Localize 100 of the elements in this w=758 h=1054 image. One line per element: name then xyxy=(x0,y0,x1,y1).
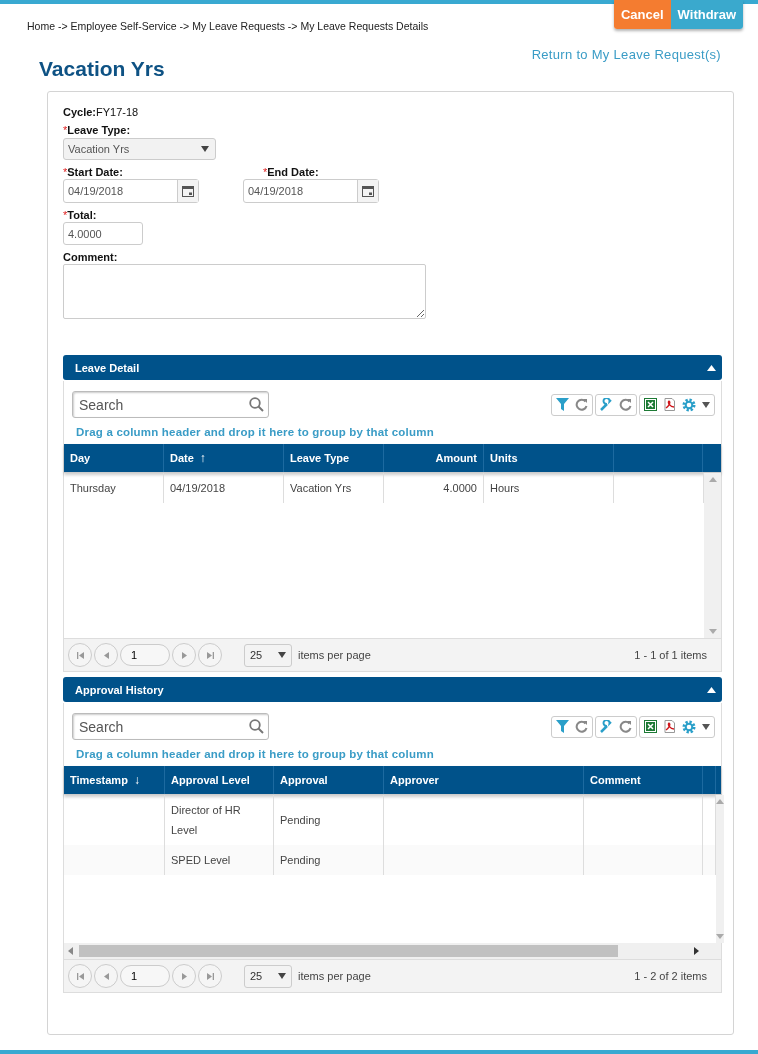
leave-type-dropdown[interactable]: Vacation Yrs xyxy=(63,138,216,160)
previous-page-button[interactable] xyxy=(94,643,118,667)
caret-icon xyxy=(278,652,286,658)
section-title: Approval History xyxy=(75,683,164,696)
wrench-icon[interactable] xyxy=(600,398,613,411)
date-field[interactable]: 04/19/2018 xyxy=(63,179,199,203)
first-page-icon xyxy=(76,972,84,980)
next-page-icon xyxy=(181,972,187,980)
sort-arrow: ↑ xyxy=(199,451,206,465)
pdf-icon[interactable] xyxy=(663,398,676,411)
table-cell-text: Pending xyxy=(280,813,321,828)
column-header[interactable]: Leave Type xyxy=(290,452,350,464)
table-cell-text: Vacation Yrs xyxy=(290,481,352,496)
calendar-icon xyxy=(362,185,374,197)
breadcrumb: Home -> Employee Self-Service -> My Leave Requests -> My Leave Requests Details xyxy=(27,20,430,32)
scroll-left-icon[interactable] xyxy=(68,947,73,955)
section-header[interactable]: Approval History xyxy=(63,677,722,702)
caret-icon xyxy=(201,146,209,152)
page-size-label: items per page xyxy=(298,649,371,661)
search-icon xyxy=(249,397,264,412)
table-cell-text: 4.0000 xyxy=(443,481,477,496)
refresh-icon[interactable] xyxy=(575,398,588,411)
caret-icon[interactable] xyxy=(702,723,710,730)
calendar-icon xyxy=(182,185,194,197)
vertical-scrollbar[interactable] xyxy=(716,795,724,943)
table-cell-text: 04/19/2018 xyxy=(170,481,226,496)
caret-icon xyxy=(278,973,286,979)
refresh-icon[interactable] xyxy=(619,398,632,411)
page-size-label: items per page xyxy=(298,970,371,982)
search-field[interactable]: Search xyxy=(72,713,269,740)
group-hint: Drag a column header and drop it here to group by that column xyxy=(75,425,435,440)
field-label: End Date: xyxy=(267,166,319,178)
refresh-icon[interactable] xyxy=(575,720,588,733)
field-label: Total: xyxy=(67,209,97,221)
previous-page-icon xyxy=(103,651,109,659)
table-cell-text: Thursday xyxy=(70,481,116,496)
required-mark: * xyxy=(63,166,68,178)
column-header[interactable]: Date xyxy=(170,452,194,464)
scroll-down-icon[interactable] xyxy=(716,934,724,939)
search-field[interactable]: Search xyxy=(72,391,269,418)
previous-page-icon xyxy=(103,972,109,980)
column-header[interactable]: Day xyxy=(70,452,91,464)
group-hint: Drag a column header and drop it here to group by that column xyxy=(75,747,435,762)
next-page-button[interactable] xyxy=(172,964,196,988)
filter-icon[interactable] xyxy=(556,720,569,733)
column-header[interactable]: Amount xyxy=(435,452,477,464)
gear-icon[interactable] xyxy=(682,719,696,734)
required-mark: * xyxy=(263,166,268,178)
required-mark: * xyxy=(63,124,68,136)
next-page-button[interactable] xyxy=(172,643,196,667)
column-header[interactable]: Units xyxy=(490,452,518,464)
spreadsheet-icon[interactable] xyxy=(644,398,657,411)
section-title: Leave Detail xyxy=(75,361,140,374)
caret-icon[interactable] xyxy=(702,401,710,408)
field-label: Cycle: xyxy=(63,106,97,118)
sort-arrow: ↓ xyxy=(133,773,140,787)
wrench-icon[interactable] xyxy=(600,720,613,733)
spreadsheet-icon[interactable] xyxy=(644,720,657,733)
scrollbar-thumb[interactable] xyxy=(79,945,618,957)
vertical-scrollbar[interactable] xyxy=(704,473,721,638)
horizontal-scrollbar[interactable] xyxy=(64,943,721,959)
scroll-right-icon[interactable] xyxy=(694,947,699,955)
date-field[interactable]: 04/19/2018 xyxy=(243,179,379,203)
next-page-icon xyxy=(181,651,187,659)
pager-summary: 1 - 1 of 1 items xyxy=(634,649,707,661)
page-size-dropdown[interactable]: 25 xyxy=(244,964,292,988)
previous-page-button[interactable] xyxy=(94,964,118,988)
pager-summary: 1 - 2 of 2 items xyxy=(634,970,707,982)
comment-field[interactable] xyxy=(63,264,426,319)
first-page-button[interactable] xyxy=(68,964,92,988)
pdf-icon[interactable] xyxy=(663,720,676,733)
page-title: Vacation Yrs xyxy=(39,57,165,81)
page-number-field[interactable]: 1 xyxy=(120,644,170,666)
search-icon xyxy=(249,719,264,734)
cycle-value: FY17-18 xyxy=(96,106,139,118)
last-page-icon xyxy=(206,972,214,980)
last-page-button[interactable] xyxy=(198,964,222,988)
last-page-button[interactable] xyxy=(198,643,222,667)
column-header[interactable]: Approver xyxy=(390,774,439,786)
column-header[interactable]: Timestamp xyxy=(70,774,128,786)
section-header[interactable]: Leave Detail xyxy=(63,355,722,380)
first-page-button[interactable] xyxy=(68,643,92,667)
column-header[interactable]: Approval Level xyxy=(171,774,250,786)
refresh-icon[interactable] xyxy=(619,720,632,733)
first-page-icon xyxy=(76,651,84,659)
column-header[interactable]: Comment xyxy=(590,774,641,786)
page-number-field[interactable]: 1 xyxy=(120,965,170,987)
filter-icon[interactable] xyxy=(556,398,569,411)
scroll-up-icon[interactable] xyxy=(716,799,724,804)
page-size-dropdown[interactable]: 25 xyxy=(244,643,292,667)
scroll-down-icon[interactable] xyxy=(708,629,717,634)
total-field[interactable]: 4.0000 xyxy=(63,222,143,245)
field-label: Comment: xyxy=(63,251,118,263)
scroll-up-icon[interactable] xyxy=(708,477,717,482)
table-cell-text: SPED Level xyxy=(171,853,231,868)
table-cell-text: Director of HR Level xyxy=(171,803,242,838)
table-cell-text: Hours xyxy=(490,481,520,496)
column-header[interactable]: Approval xyxy=(280,774,328,786)
field-label: Leave Type: xyxy=(67,124,131,136)
gear-icon[interactable] xyxy=(682,397,696,412)
